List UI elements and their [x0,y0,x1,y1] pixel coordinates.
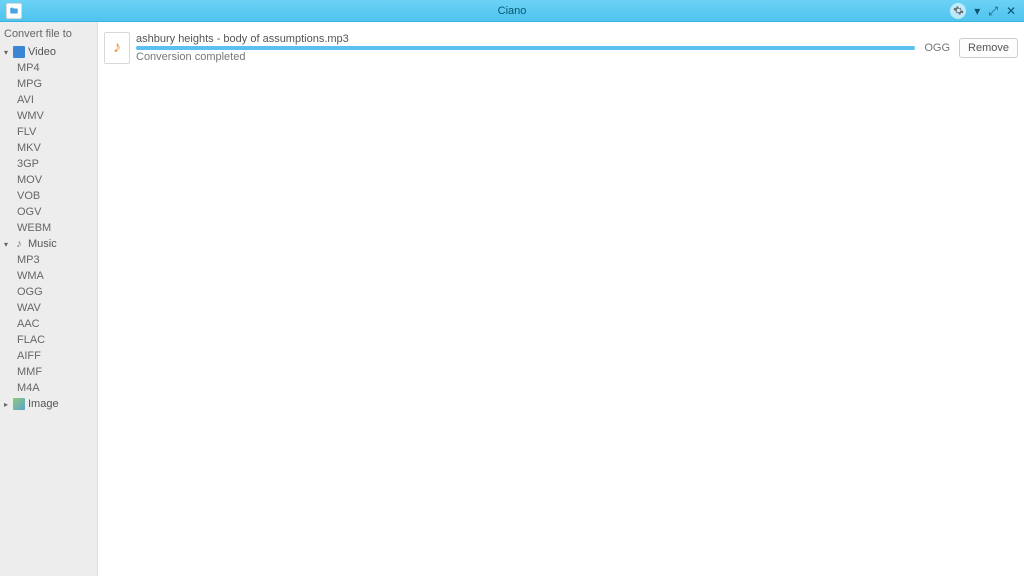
format-aac[interactable]: AAC [0,316,97,332]
video-icon [13,46,25,58]
item-body: ashbury heights - body of assumptions.mp… [136,33,915,63]
format-m4a[interactable]: M4A [0,380,97,396]
sidebar-category-video[interactable]: ▾ Video [0,44,97,60]
conversion-item: ♪ ashbury heights - body of assumptions.m… [104,26,1018,70]
maximize-button[interactable]: ⤢ [988,5,998,17]
gear-icon [953,5,964,16]
format-avi[interactable]: AVI [0,92,97,108]
format-mkv[interactable]: MKV [0,140,97,156]
category-label: Image [28,398,59,410]
settings-button[interactable] [950,3,966,19]
window-controls: ▾ ⤢ ✕ [950,3,1024,19]
category-label: Video [28,46,56,58]
sidebar-category-image[interactable]: ▸ Image [0,396,97,412]
music-note-icon: ♪ [113,39,121,57]
target-format-label: OGG [921,42,953,54]
chevron-down-icon: ▾ [2,48,10,57]
sidebar-header: Convert file to [0,28,97,44]
titlebar: Ciano ▾ ⤢ ✕ [0,0,1024,22]
chevron-right-icon: ▸ [2,400,10,409]
category-label: Music [28,238,57,250]
window-title: Ciano [0,5,1024,17]
format-3gp[interactable]: 3GP [0,156,97,172]
format-aiff[interactable]: AIFF [0,348,97,364]
format-webm[interactable]: WEBM [0,220,97,236]
format-wmv[interactable]: WMV [0,108,97,124]
format-wav[interactable]: WAV [0,300,97,316]
format-vob[interactable]: VOB [0,188,97,204]
format-mp3[interactable]: MP3 [0,252,97,268]
sidebar-category-music[interactable]: ▾♪Music [0,236,97,252]
content: Convert file to ▾ Video MP4MPGAVIWMVFLVMKV… [0,22,1024,576]
sidebar: Convert file to ▾ Video MP4MPGAVIWMVFLVMKV… [0,22,98,576]
item-filename: ashbury heights - body of assumptions.mp… [136,33,915,45]
format-flv[interactable]: FLV [0,124,97,140]
format-ogv[interactable]: OGV [0,204,97,220]
minimize-button[interactable]: ▾ [974,5,980,17]
format-flac[interactable]: FLAC [0,332,97,348]
music-icon: ♪ [13,238,25,250]
remove-button[interactable]: Remove [959,38,1018,58]
item-status: Conversion completed [136,51,915,63]
chevron-down-icon: ▾ [2,240,10,249]
progress-bar [136,46,915,50]
format-ogg[interactable]: OGG [0,284,97,300]
close-button[interactable]: ✕ [1006,5,1016,17]
format-mov[interactable]: MOV [0,172,97,188]
format-mp4[interactable]: MP4 [0,60,97,76]
open-file-button[interactable] [6,3,22,19]
audio-file-icon: ♪ [104,32,130,64]
main-area: ♪ ashbury heights - body of assumptions.m… [98,22,1024,576]
folder-icon [9,6,19,16]
format-wma[interactable]: WMA [0,268,97,284]
format-mpg[interactable]: MPG [0,76,97,92]
format-mmf[interactable]: MMF [0,364,97,380]
image-icon [13,398,25,410]
